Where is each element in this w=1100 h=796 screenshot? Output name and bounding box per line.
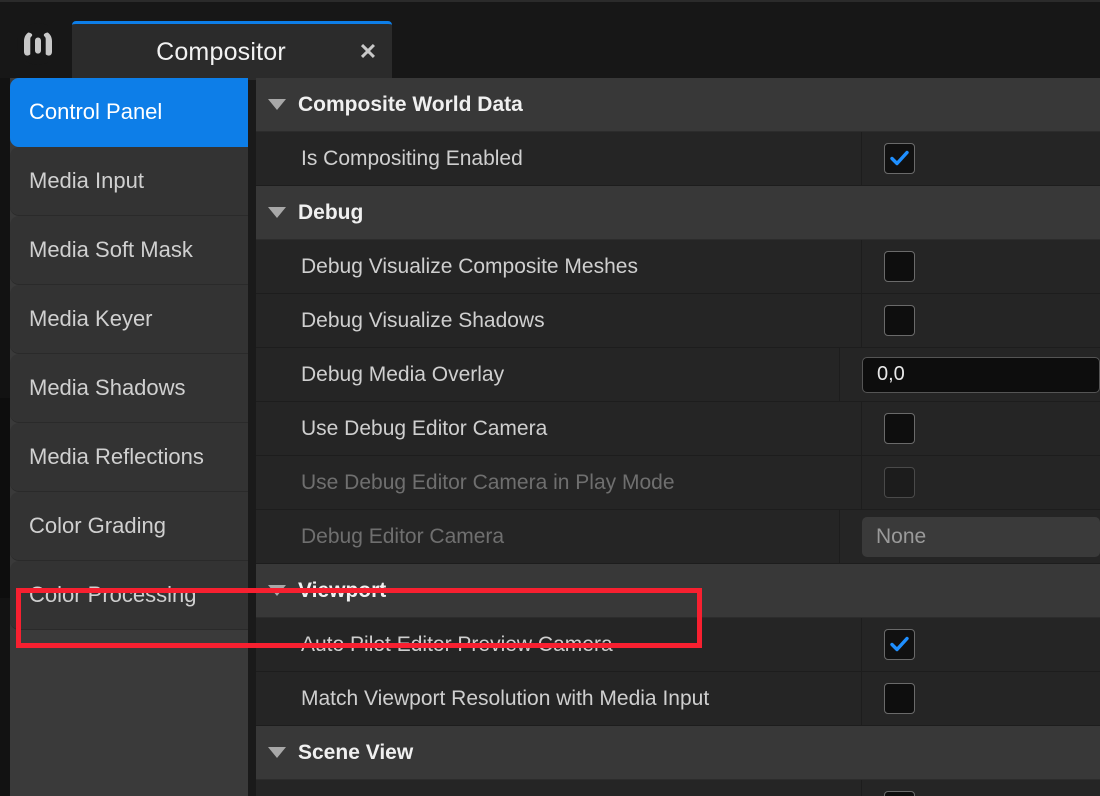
text-input-debug-media-overlay[interactable]: 0,0 [862, 357, 1100, 393]
property-label: Use Debug Editor Camera in Play Mode [256, 456, 862, 509]
property-label: Auto Pilot Editor Preview Camera [256, 618, 862, 671]
section-header-debug[interactable]: Debug [256, 186, 1100, 240]
property-label: Debug Visualize Shadows [256, 294, 862, 347]
checkbox-use-debug-editor-camera-in-play-mode [884, 467, 915, 498]
property-label: Match Viewport Resolution with Media Inp… [256, 672, 862, 725]
property-row-debug-editor-camera: Debug Editor Camera None [256, 510, 1100, 564]
property-row [256, 780, 1100, 796]
sidebar-item-color-processing[interactable]: Color Processing [10, 561, 248, 630]
sidebar-item-media-shadows[interactable]: Media Shadows [10, 354, 248, 423]
sidebar-empty-area [10, 630, 248, 796]
sidebar-item-control-panel[interactable]: Control Panel [10, 78, 248, 147]
property-label [256, 780, 862, 796]
sidebar-item-media-soft-mask[interactable]: Media Soft Mask [10, 216, 248, 285]
property-label: Use Debug Editor Camera [256, 402, 862, 455]
section-header-scene-view[interactable]: Scene View [256, 726, 1100, 780]
section-header-viewport[interactable]: Viewport [256, 564, 1100, 618]
property-row-debug-media-overlay: Debug Media Overlay 0,0 [256, 348, 1100, 402]
sidebar-item-media-keyer[interactable]: Media Keyer [10, 285, 248, 354]
sidebar-item-media-input[interactable]: Media Input [10, 147, 248, 216]
gutter-notch [0, 398, 10, 598]
details-panel: Composite World Data Is Compositing Enabl… [256, 78, 1100, 796]
sidebar-item-label: Color Processing [29, 582, 197, 608]
property-row-debug-visualize-shadows: Debug Visualize Shadows [256, 294, 1100, 348]
property-value [862, 672, 1100, 725]
sidebar-item-label: Control Panel [29, 99, 162, 125]
tab-compositor[interactable]: Compositor ✕ [72, 21, 392, 80]
checkbox-debug-visualize-shadows[interactable] [884, 305, 915, 336]
sidebar-item-label: Media Shadows [29, 375, 186, 401]
property-value: 0,0 [840, 348, 1100, 401]
property-value [862, 402, 1100, 455]
chevron-down-icon[interactable] [268, 207, 286, 218]
checkbox-unnamed[interactable] [884, 791, 915, 796]
sidebar-item-label: Media Keyer [29, 306, 153, 332]
checkbox-use-debug-editor-camera[interactable] [884, 413, 915, 444]
section-title: Composite World Data [298, 93, 523, 117]
property-row-use-debug-editor-camera-in-play-mode: Use Debug Editor Camera in Play Mode [256, 456, 1100, 510]
property-row-auto-pilot-editor-preview-camera: Auto Pilot Editor Preview Camera [256, 618, 1100, 672]
section-title: Scene View [298, 741, 413, 765]
left-gutter [0, 78, 10, 796]
property-row-use-debug-editor-camera: Use Debug Editor Camera [256, 402, 1100, 456]
property-label: Debug Media Overlay [256, 348, 840, 401]
title-bar: Compositor ✕ [0, 0, 1100, 78]
property-value [862, 132, 1100, 185]
property-row-match-viewport-resolution-with-media-input: Match Viewport Resolution with Media Inp… [256, 672, 1100, 726]
chevron-down-icon[interactable] [268, 747, 286, 758]
checkbox-match-viewport-resolution-with-media-input[interactable] [884, 683, 915, 714]
sidebar-item-label: Media Soft Mask [29, 237, 193, 263]
property-label: Debug Editor Camera [256, 510, 840, 563]
checkbox-auto-pilot-editor-preview-camera[interactable] [884, 629, 915, 660]
property-label: Is Compositing Enabled [256, 132, 862, 185]
compositor-window: Compositor ✕ Control Panel Media Input Med… [0, 0, 1100, 796]
property-value [862, 780, 1100, 796]
dropdown-debug-editor-camera: None [862, 517, 1100, 557]
section-title: Viewport [298, 579, 386, 603]
sidebar-item-media-reflections[interactable]: Media Reflections [10, 423, 248, 492]
close-icon[interactable]: ✕ [344, 24, 392, 80]
chevron-down-icon[interactable] [268, 585, 286, 596]
checkbox-debug-visualize-composite-meshes[interactable] [884, 251, 915, 282]
section-header-composite-world-data[interactable]: Composite World Data [256, 78, 1100, 132]
section-title: Debug [298, 201, 363, 225]
sidebar: Control Panel Media Input Media Soft Mask M… [10, 78, 248, 796]
chevron-down-icon[interactable] [268, 99, 286, 110]
property-value: None [840, 510, 1100, 563]
property-row-is-compositing-enabled: Is Compositing Enabled [256, 132, 1100, 186]
tab-title: Compositor [72, 38, 344, 67]
property-value [862, 294, 1100, 347]
property-value [862, 456, 1100, 509]
sidebar-item-color-grading[interactable]: Color Grading [10, 492, 248, 561]
sidebar-item-label: Media Reflections [29, 444, 204, 470]
property-value [862, 240, 1100, 293]
property-row-debug-visualize-composite-meshes: Debug Visualize Composite Meshes [256, 240, 1100, 294]
property-value [862, 618, 1100, 671]
checkbox-is-compositing-enabled[interactable] [884, 143, 915, 174]
property-label: Debug Visualize Composite Meshes [256, 240, 862, 293]
sidebar-item-label: Media Input [29, 168, 144, 194]
unreal-engine-logo-icon [12, 18, 64, 70]
sidebar-item-label: Color Grading [29, 513, 166, 539]
